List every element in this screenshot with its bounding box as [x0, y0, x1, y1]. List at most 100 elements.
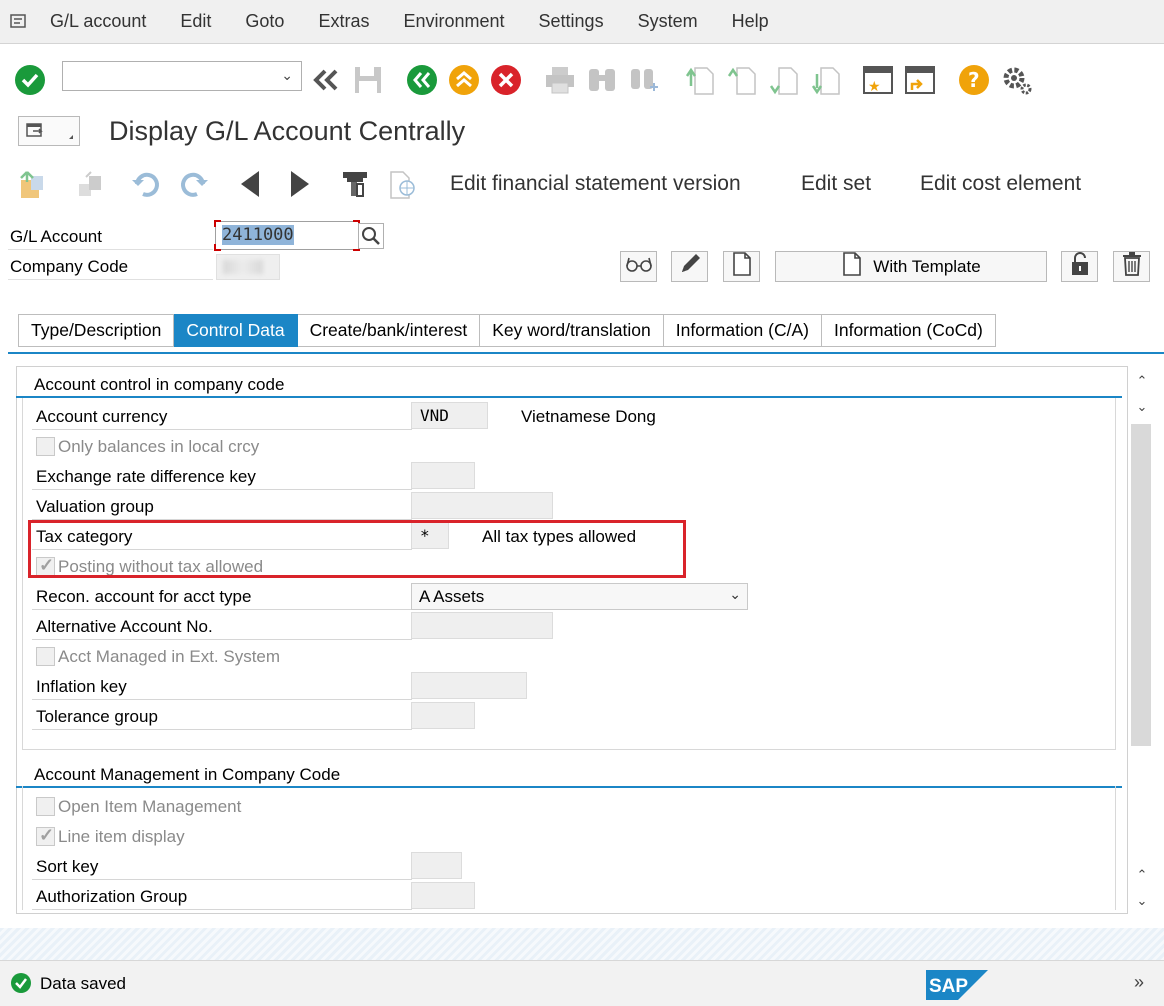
tab-information-cocd[interactable]: Information (CoCd): [821, 314, 996, 347]
display-button[interactable]: [620, 251, 657, 282]
acct-managed-checkbox[interactable]: [36, 647, 55, 666]
delete-button[interactable]: [1113, 251, 1150, 282]
tab-control-data[interactable]: Control Data: [174, 314, 298, 347]
create-button[interactable]: [723, 251, 760, 282]
sap-logo-text: SAP: [929, 976, 968, 997]
line-item-checkbox[interactable]: [36, 825, 55, 846]
row-rule: [32, 879, 412, 880]
translation-icon[interactable]: [384, 168, 418, 200]
menu-edit[interactable]: Edit: [163, 11, 228, 32]
row-rule: [32, 909, 412, 910]
search-icon[interactable]: [358, 223, 384, 249]
create-session-icon[interactable]: ★: [862, 64, 894, 96]
gl-account-input[interactable]: 2411000: [214, 220, 360, 251]
expand-status-icon[interactable]: »: [1134, 972, 1144, 993]
focus-corner-bl: [214, 244, 221, 251]
menu-environment[interactable]: Environment: [386, 11, 521, 32]
account-management-title: Account Management in Company Code: [34, 765, 341, 784]
where-used-icon[interactable]: [338, 168, 372, 200]
shortcut-icon[interactable]: [904, 64, 936, 96]
blurred-value: [223, 260, 263, 274]
row-rule: [32, 609, 412, 610]
previous-page-icon[interactable]: [726, 64, 758, 96]
edit-button[interactable]: [671, 251, 708, 282]
scroll-page-down-icon[interactable]: ⌄: [1130, 890, 1154, 912]
first-page-icon[interactable]: [684, 64, 716, 96]
open-item-checkbox[interactable]: [36, 797, 55, 816]
cancel-icon[interactable]: [490, 64, 522, 96]
menu-settings[interactable]: Settings: [522, 11, 621, 32]
tab-strip: Type/Description Control Data Create/ban…: [18, 314, 996, 347]
save-icon[interactable]: [352, 64, 384, 96]
account-currency-label: Account currency: [36, 407, 168, 426]
recon-account-dropdown[interactable]: A Assets ⌄: [411, 583, 748, 610]
tab-key-word-translation[interactable]: Key word/translation: [480, 314, 664, 347]
edit-fs-version-button[interactable]: Edit financial statement version: [450, 172, 741, 196]
only-balances-checkbox[interactable]: [36, 437, 55, 456]
switch-display-change-icon[interactable]: [16, 168, 50, 200]
lock-button[interactable]: [1061, 251, 1098, 282]
scroll-up-icon[interactable]: ⌃: [1130, 370, 1154, 392]
svg-text:★: ★: [868, 79, 881, 95]
last-page-icon[interactable]: [810, 64, 842, 96]
menu-system[interactable]: System: [621, 11, 715, 32]
help-icon[interactable]: ?: [958, 64, 990, 96]
menu-help[interactable]: Help: [715, 11, 786, 32]
chevron-down-icon[interactable]: ⌄: [281, 67, 293, 84]
tab-information-ca[interactable]: Information (C/A): [663, 314, 822, 347]
other-account-icon[interactable]: [74, 168, 108, 200]
sort-key-label: Sort key: [36, 857, 99, 876]
menu-goto[interactable]: Goto: [228, 11, 301, 32]
edit-cost-element-button[interactable]: Edit cost element: [920, 172, 1081, 196]
gl-account-label: G/L Account: [10, 227, 102, 246]
tab-create-bank-interest[interactable]: Create/bank/interest: [297, 314, 481, 347]
document-icon: [841, 251, 863, 282]
scroll-page-up-icon[interactable]: ⌃: [1130, 864, 1154, 886]
account-currency-field: VND: [411, 402, 488, 429]
title-bar: Display G/L Account Centrally: [0, 108, 1164, 156]
back-icon[interactable]: [406, 64, 438, 96]
next-entry-icon[interactable]: [282, 168, 316, 200]
print-icon[interactable]: [544, 64, 576, 96]
exit-icon[interactable]: [448, 64, 480, 96]
inflation-key-label: Inflation key: [36, 677, 127, 696]
menu-toggle-icon[interactable]: [0, 0, 38, 44]
company-code-underline: [8, 279, 213, 280]
alt-account-field: [411, 612, 553, 639]
account-control-title: Account control in company code: [34, 375, 285, 394]
with-template-button[interactable]: With Template: [775, 251, 1047, 282]
document-icon: [731, 251, 753, 282]
line-item-label: Line item display: [58, 827, 185, 846]
command-field[interactable]: ⌄: [62, 61, 302, 91]
edit-set-button[interactable]: Edit set: [801, 172, 871, 196]
scroll-down-icon[interactable]: ⌄: [1130, 396, 1154, 418]
alt-account-label: Alternative Account No.: [36, 617, 213, 636]
company-code-field: [216, 254, 280, 280]
menu-gl-account[interactable]: G/L account: [38, 11, 163, 32]
enter-icon[interactable]: [14, 64, 46, 96]
tax-highlight-box: [28, 520, 686, 578]
authorization-group-field: [411, 882, 475, 909]
double-chevron-left-icon[interactable]: [310, 64, 342, 96]
page-title: Display G/L Account Centrally: [109, 116, 466, 146]
find-icon[interactable]: [586, 64, 618, 96]
undo-icon[interactable]: [130, 168, 164, 200]
tab-type-description[interactable]: Type/Description: [18, 314, 175, 347]
settings-icon[interactable]: [1000, 64, 1032, 96]
transaction-menu-button[interactable]: [18, 116, 80, 146]
authorization-group-label: Authorization Group: [36, 887, 188, 906]
redo-icon[interactable]: [176, 168, 210, 200]
next-page-icon[interactable]: [768, 64, 800, 96]
valuation-group-field: [411, 492, 553, 519]
recon-account-label: Recon. account for acct type: [36, 587, 252, 606]
menu-extras[interactable]: Extras: [301, 11, 386, 32]
find-next-icon[interactable]: [628, 64, 660, 96]
previous-entry-icon[interactable]: [234, 168, 268, 200]
scrollbar-thumb[interactable]: [1131, 424, 1151, 746]
footer-strip: [0, 928, 1164, 960]
menu-bar: G/L account Edit Goto Extras Environment…: [0, 0, 1164, 44]
exchange-rate-label: Exchange rate difference key: [36, 467, 256, 486]
svg-text:?: ?: [968, 68, 980, 92]
tolerance-group-field: [411, 702, 475, 729]
chevron-down-icon: ⌄: [729, 586, 741, 602]
